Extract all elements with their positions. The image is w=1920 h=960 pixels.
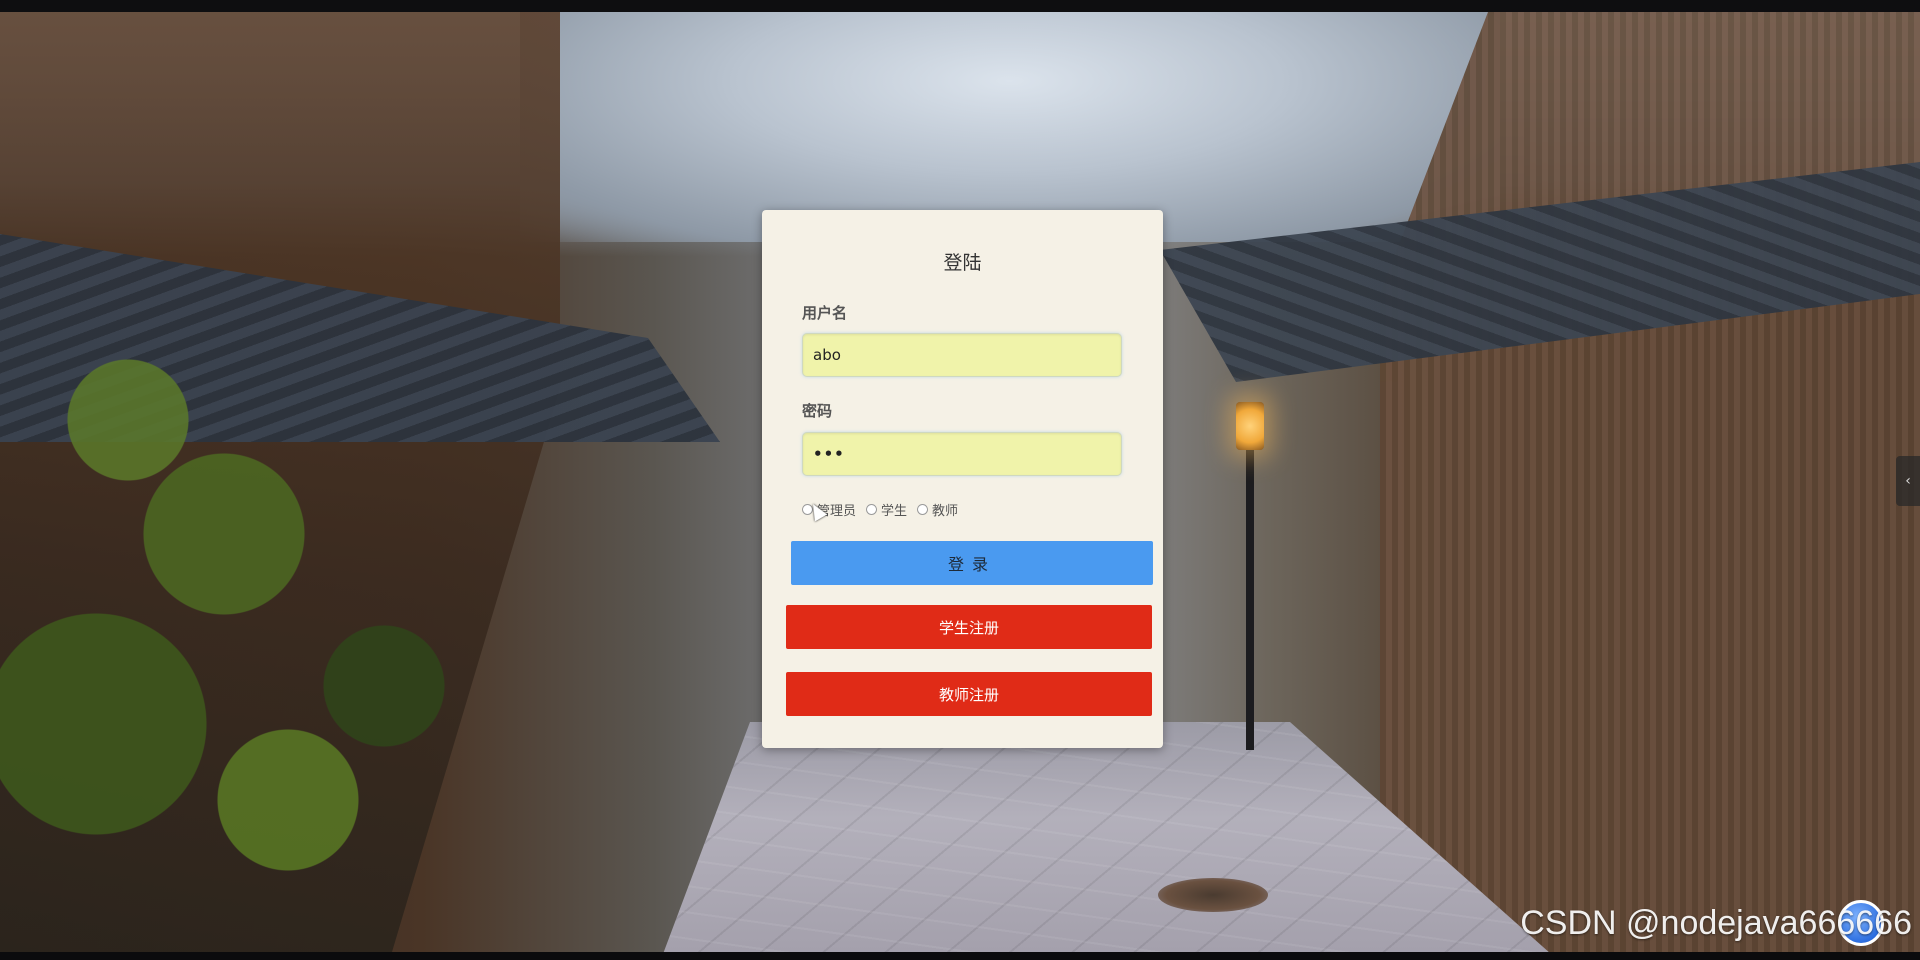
bottom-bar	[0, 952, 1920, 960]
watermark: CSDN @nodejava666666	[1520, 904, 1912, 942]
role-student-label: 学生	[881, 504, 908, 519]
role-teacher-label: 教师	[932, 504, 959, 519]
street-lamp	[1236, 402, 1264, 450]
side-collapse-tab[interactable]: ‹	[1896, 456, 1920, 506]
chevron-left-icon: ‹	[1905, 473, 1911, 489]
screen: 登陆 用户名 abo 密码 ••• 管理员 学生 教师 登录 学生注册 教师注册…	[0, 0, 1920, 960]
login-title: 登陆	[943, 252, 982, 274]
password-label: 密码	[802, 402, 833, 420]
student-register-button[interactable]: 学生注册	[786, 605, 1152, 649]
login-button[interactable]: 登录	[791, 541, 1153, 585]
role-radio-group: 管理员 学生 教师	[802, 500, 968, 519]
radio-student[interactable]	[866, 504, 878, 515]
password-input[interactable]: •••	[802, 432, 1122, 476]
sky	[520, 12, 1500, 242]
house-right	[1380, 12, 1920, 952]
username-input[interactable]: abo	[802, 333, 1122, 377]
username-label: 用户名	[802, 304, 848, 322]
teacher-register-button[interactable]: 教师注册	[786, 672, 1152, 716]
role-student[interactable]: 学生	[866, 500, 907, 519]
lamp-post	[1246, 450, 1254, 750]
login-card: 登陆 用户名 abo 密码 ••• 管理员 学生 教师 登录 学生注册 教师注册	[762, 210, 1163, 748]
manhole-cover	[1158, 878, 1268, 912]
radio-teacher[interactable]	[917, 504, 929, 515]
foliage	[0, 192, 640, 952]
role-teacher[interactable]: 教师	[917, 500, 958, 519]
